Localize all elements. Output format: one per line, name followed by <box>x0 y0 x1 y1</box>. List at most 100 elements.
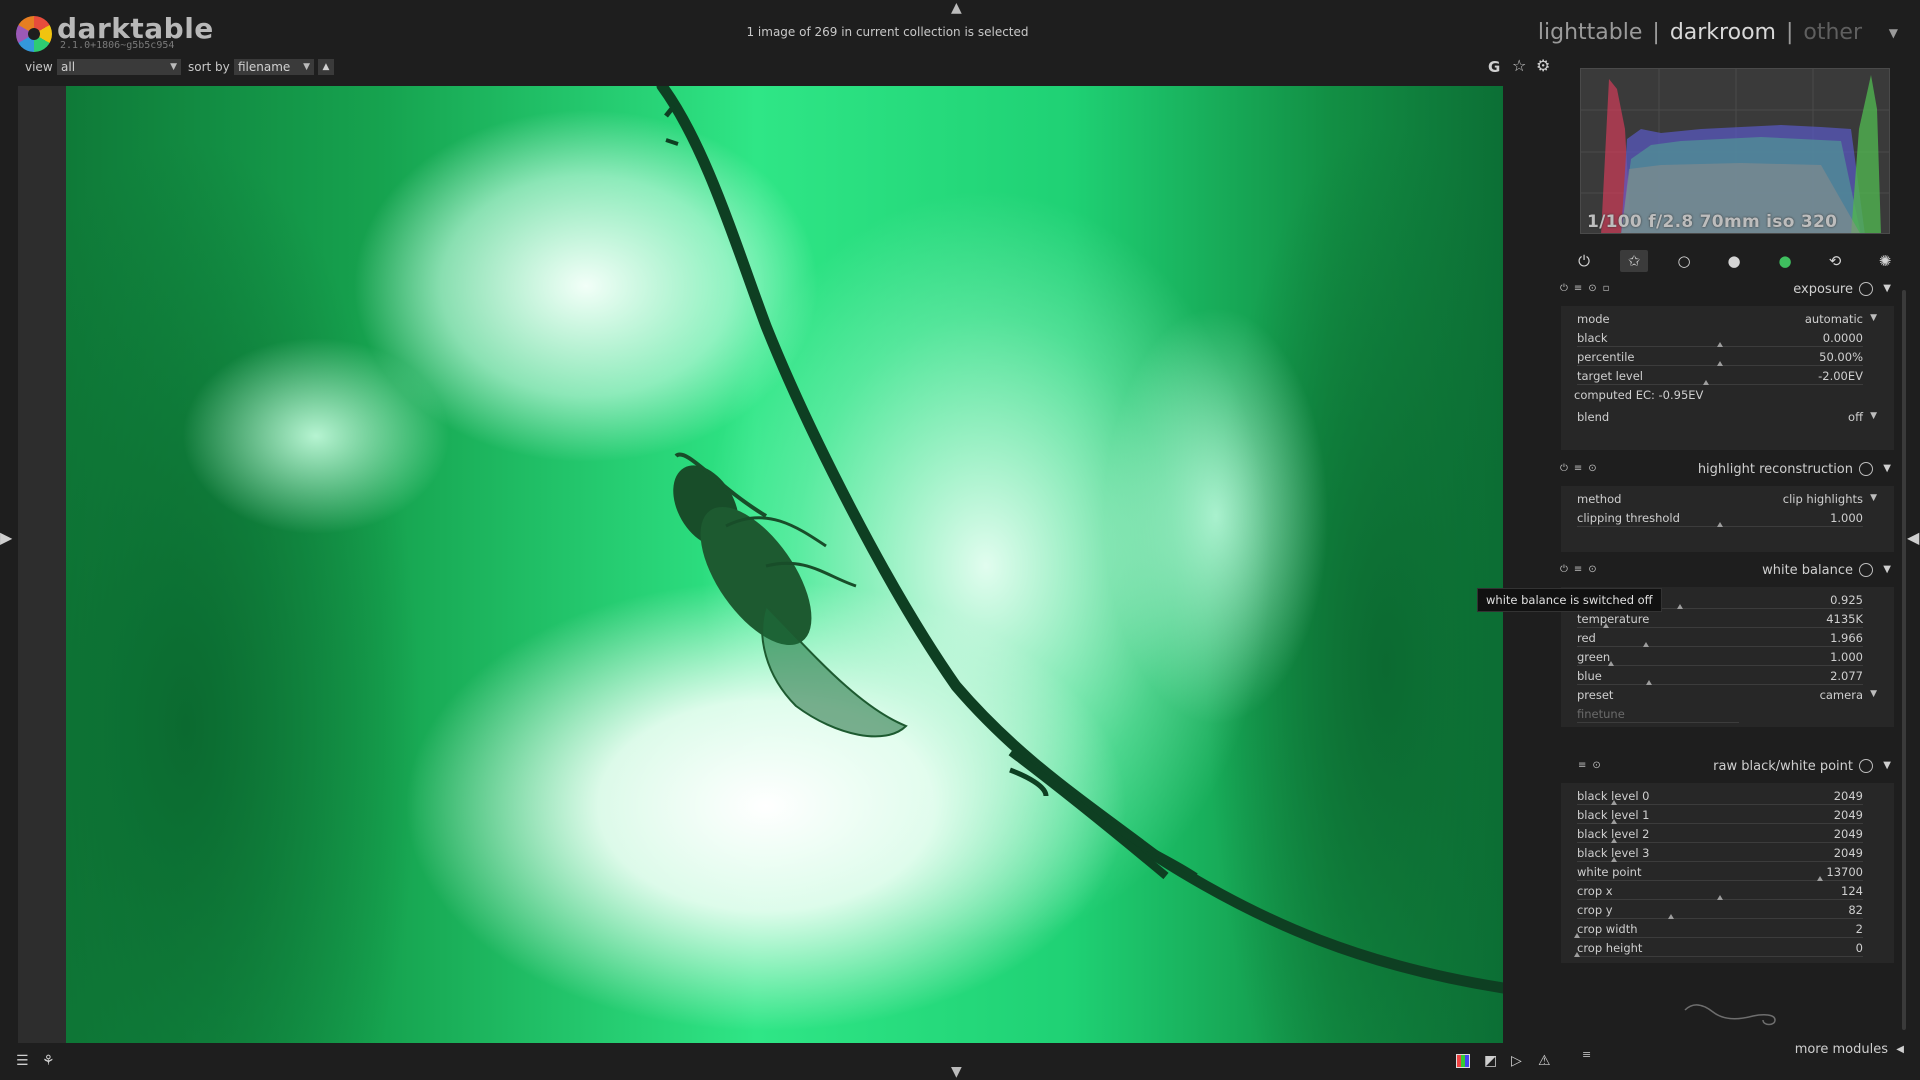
highlight-module-header[interactable]: ⏻≡⊙ highlight reconstruction ▼ <box>1560 460 1895 480</box>
row-value: 4135K <box>1826 612 1863 626</box>
styles-icon[interactable]: ⚘ <box>42 1053 55 1069</box>
correct-icon[interactable]: ⟲ <box>1821 250 1849 272</box>
raw-bw-slider[interactable]: black level 3 2049 <box>1577 846 1879 864</box>
slider-knob[interactable] <box>1611 819 1618 824</box>
color-assessment-icon[interactable] <box>1456 1054 1470 1068</box>
menu-icon[interactable]: ☰ <box>16 1053 29 1069</box>
sort-by-select[interactable]: filename ▼ <box>234 59 314 75</box>
view-filter-select[interactable]: all ▼ <box>57 59 181 75</box>
temperature-slider[interactable]: temperature 4135K <box>1577 612 1879 630</box>
raw-bw-slider[interactable]: crop width 2 <box>1574 922 1879 940</box>
red-slider[interactable]: red 1.966 <box>1577 631 1879 649</box>
raw-bw-slider[interactable]: crop y 82 <box>1577 903 1879 921</box>
module-header-icons[interactable]: ⏻≡⊙ <box>1560 463 1603 474</box>
slider-knob[interactable] <box>1611 838 1618 843</box>
color-icon[interactable]: ● <box>1771 250 1799 272</box>
effect-icon[interactable]: ✺ <box>1871 250 1899 272</box>
slider-knob[interactable] <box>1645 680 1652 685</box>
highlight-module-body: method clip highlights ▼ clipping thresh… <box>1561 486 1894 552</box>
more-modules-button[interactable]: more modules <box>1795 1042 1888 1057</box>
sort-order-toggle[interactable]: ▲ <box>318 59 334 75</box>
histogram[interactable] <box>1580 68 1890 234</box>
app-version: 2.1.0+1806~g5b5c954 <box>60 40 175 51</box>
exposure-percentile-slider[interactable]: percentile 50.00% <box>1577 350 1879 368</box>
exposure-target-level-slider[interactable]: target level -2.00EV <box>1577 369 1879 387</box>
slider-knob[interactable] <box>1574 952 1580 957</box>
bottom-panel-toggle-icon[interactable]: ▼ <box>951 1064 962 1080</box>
exposure-mode-row[interactable]: mode automatic ▼ <box>1577 312 1879 330</box>
raw-bw-slider[interactable]: black level 1 2049 <box>1577 808 1879 826</box>
slider-knob[interactable] <box>1717 361 1723 366</box>
chevron-down-icon[interactable]: ▼ <box>1883 283 1891 294</box>
chevron-down-icon[interactable]: ▼ <box>1883 760 1891 771</box>
power-icon[interactable]: ⏻ <box>1570 250 1598 272</box>
top-panel-toggle-icon[interactable]: ▲ <box>951 0 962 16</box>
row-value: 2.077 <box>1830 669 1863 683</box>
exposure-module-header[interactable]: ⏻≡⊙▫ exposure ▼ <box>1560 280 1895 300</box>
slider-knob[interactable] <box>1817 876 1824 881</box>
raw-bw-slider[interactable]: black level 0 2049 <box>1577 789 1879 807</box>
raw-bw-module-header[interactable]: ≡⊙ raw black/white point ▼ <box>1560 757 1895 777</box>
row-label: clipping threshold <box>1577 511 1680 525</box>
view-other[interactable]: other <box>1803 20 1862 45</box>
white-balance-module-header[interactable]: ⏻≡⊙ white balance ▼ <box>1560 561 1895 581</box>
raw-bw-slider[interactable]: black level 2 2049 <box>1577 827 1879 845</box>
sort-by-label: sort by <box>188 60 230 74</box>
slider-knob[interactable] <box>1574 933 1580 938</box>
raw-bw-slider[interactable]: white point 13700 <box>1577 865 1879 883</box>
more-modules-handle-icon[interactable]: ≡ <box>1582 1048 1591 1061</box>
clipping-threshold-slider[interactable]: clipping threshold 1.000 <box>1577 511 1879 529</box>
slider-knob[interactable] <box>1608 661 1615 666</box>
chevron-down-icon: ▼ <box>1870 689 1877 699</box>
view-lighttable[interactable]: lighttable <box>1538 20 1642 45</box>
module-panel-scrollbar[interactable] <box>1902 290 1906 1030</box>
row-value: 124 <box>1841 884 1863 898</box>
star-icon[interactable]: ☆ <box>1512 56 1526 75</box>
view-menu-dropdown-icon[interactable]: ▼ <box>1889 26 1898 40</box>
basic-circle-icon[interactable]: ○ <box>1670 250 1698 272</box>
slider-knob[interactable] <box>1668 914 1675 919</box>
slider-knob[interactable] <box>1676 604 1683 609</box>
slider-knob[interactable] <box>1602 623 1609 628</box>
favorite-icon[interactable]: ✩ <box>1620 250 1648 272</box>
blue-slider[interactable]: blue 2.077 <box>1577 669 1879 687</box>
exposure-module-body: mode automatic ▼ black 0.0000 percentile… <box>1561 306 1894 450</box>
guides-icon[interactable]: G <box>1488 58 1500 76</box>
tone-icon[interactable]: ● <box>1720 250 1748 272</box>
exposure-blend-row[interactable]: blend off ▼ <box>1577 410 1879 428</box>
view-darkroom[interactable]: darkroom <box>1670 20 1776 45</box>
gear-icon[interactable]: ⚙ <box>1536 56 1550 75</box>
edited-photo[interactable] <box>66 86 1503 1043</box>
right-panel-toggle-icon[interactable]: ◀ <box>1907 528 1919 547</box>
highlight-method-row[interactable]: method clip highlights ▼ <box>1577 492 1879 510</box>
module-header-icons[interactable]: ⏻≡⊙▫ <box>1560 283 1615 294</box>
chevron-down-icon[interactable]: ▼ <box>1883 564 1891 575</box>
slider-knob[interactable] <box>1717 522 1723 527</box>
preset-row[interactable]: preset camera ▼ <box>1577 688 1879 706</box>
slider-knob[interactable] <box>1611 800 1618 805</box>
chevron-left-icon[interactable]: ◀ <box>1896 1044 1904 1055</box>
module-header-icons[interactable]: ⏻≡⊙ <box>1560 564 1603 575</box>
row-value: off <box>1848 410 1863 424</box>
green-slider[interactable]: green 1.000 <box>1577 650 1879 668</box>
exposure-black-slider[interactable]: black 0.0000 <box>1577 331 1879 349</box>
view-filter-label: view <box>25 60 53 74</box>
gamut-check-icon[interactable]: ⚠ <box>1538 1053 1551 1069</box>
module-header-icons[interactable]: ≡⊙ <box>1578 760 1607 771</box>
slider-knob[interactable] <box>1611 857 1618 862</box>
overexposed-icon[interactable]: ◩ <box>1484 1053 1497 1069</box>
left-panel-toggle-icon[interactable]: ▶ <box>0 528 12 547</box>
softproof-icon[interactable]: ▷ <box>1511 1053 1522 1069</box>
slider-knob[interactable] <box>1717 895 1723 900</box>
module-title: raw black/white point <box>1713 759 1853 774</box>
raw-bw-slider[interactable]: crop height 0 <box>1574 941 1879 959</box>
slider-knob[interactable] <box>1642 642 1649 647</box>
row-value: 0.925 <box>1830 593 1863 607</box>
finetune-row[interactable]: finetune <box>1577 707 1879 725</box>
chevron-down-icon[interactable]: ▼ <box>1883 463 1891 474</box>
row-label: crop height <box>1577 941 1643 955</box>
slider-knob[interactable] <box>1717 342 1723 347</box>
raw-bw-slider[interactable]: crop x 124 <box>1577 884 1879 902</box>
view-separator: | <box>1785 20 1794 45</box>
slider-knob[interactable] <box>1702 380 1709 385</box>
